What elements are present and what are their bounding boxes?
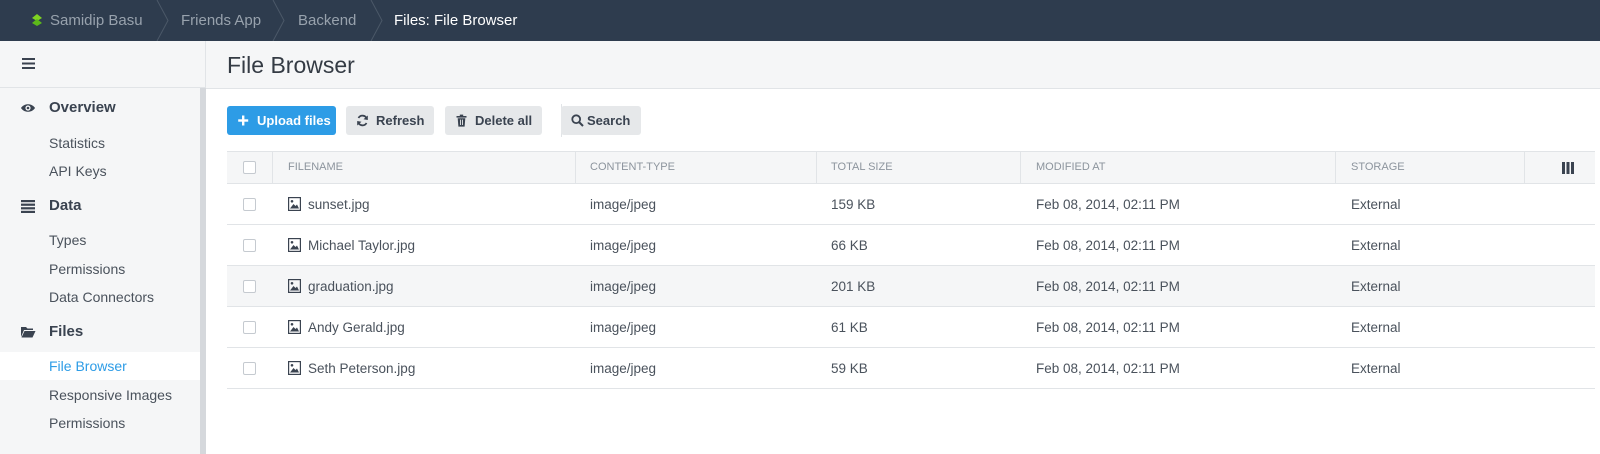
refresh-icon [357,114,368,127]
cell-modified-at: Feb 08, 2014, 02:11 PM [1036,197,1180,212]
search-button[interactable]: Search [561,106,641,135]
cell-storage: External [1351,361,1401,376]
column-header-storage[interactable]: STORAGE [1351,152,1405,183]
column-divider [1335,152,1336,183]
image-file-icon [288,197,301,211]
table-row[interactable]: sunset.jpg image/jpeg 159 KB Feb 08, 201… [227,184,1595,225]
main-content: File Browser Upload files Refresh Delete… [206,41,1600,454]
cell-total-size: 66 KB [831,238,868,253]
row-checkbox[interactable] [243,321,256,334]
sidebar-section-data[interactable]: Data [0,191,200,221]
trash-icon [456,114,467,127]
cell-modified-at: Feb 08, 2014, 02:11 PM [1036,238,1180,253]
delete-all-label: Delete all [475,113,533,128]
table-header: FILENAME CONTENT-TYPE TOTAL SIZE MODIFIE… [227,151,1595,184]
table-row[interactable]: graduation.jpg image/jpeg 201 KB Feb 08,… [227,266,1595,307]
breadcrumb-account[interactable]: Samidip Basu [50,0,143,41]
hamburger-icon[interactable] [22,58,35,69]
column-header-modified-at[interactable]: MODIFIED AT [1036,152,1105,183]
cell-total-size: 59 KB [831,361,868,376]
image-file-icon [288,279,301,293]
column-divider [816,152,817,183]
sidebar-item-statistics[interactable]: Statistics [0,129,200,157]
page-title: File Browser [227,52,355,78]
table-row[interactable]: Michael Taylor.jpg image/jpeg 66 KB Feb … [227,225,1595,266]
top-breadcrumb-bar: Samidip Basu Friends App Backend Files: … [0,0,1600,41]
cell-content-type: image/jpeg [590,320,657,335]
sidebar-section-label: Files [49,323,84,340]
breadcrumb-separator-icon [272,0,286,41]
sidebar-item-data-permissions[interactable]: Permissions [0,255,200,283]
column-divider [1020,152,1021,183]
row-checkbox[interactable] [243,362,256,375]
upload-files-button[interactable]: Upload files [227,106,336,135]
column-divider [575,152,576,183]
cell-modified-at: Feb 08, 2014, 02:11 PM [1036,320,1180,335]
cell-total-size: 61 KB [831,320,868,335]
cell-total-size: 201 KB [831,279,876,294]
image-file-icon [288,320,301,334]
cell-storage: External [1351,279,1401,294]
cell-filename[interactable]: Andy Gerald.jpg [308,307,405,348]
column-divider [1524,152,1525,183]
sidebar-item-files-permissions[interactable]: Permissions [0,409,200,437]
image-file-icon [288,361,301,375]
cell-total-size: 159 KB [831,197,876,212]
sidebar-item-api-keys[interactable]: API Keys [0,157,200,185]
sidebar-item-responsive-images[interactable]: Responsive Images [0,381,200,409]
row-checkbox[interactable] [243,280,256,293]
plus-icon [238,115,249,126]
cell-modified-at: Feb 08, 2014, 02:11 PM [1036,279,1180,294]
sidebar-toggle[interactable] [0,41,206,88]
table-row[interactable]: Seth Peterson.jpg image/jpeg 59 KB Feb 0… [227,348,1595,389]
sidebar-section-files[interactable]: Files [0,317,200,347]
column-header-content-type[interactable]: CONTENT-TYPE [590,152,675,183]
breadcrumb-current: Files: File Browser [394,12,518,29]
list-icon [21,200,35,213]
columns-icon[interactable] [1562,162,1574,174]
cell-filename[interactable]: Michael Taylor.jpg [308,225,415,266]
cell-content-type: image/jpeg [590,238,657,253]
cell-storage: External [1351,238,1401,253]
breadcrumb-separator-icon [370,0,384,41]
sidebar-section-label: Data [49,197,82,214]
upload-files-label: Upload files [257,113,331,128]
sidebar-section-overview[interactable]: Overview [0,93,200,123]
cell-storage: External [1351,320,1401,335]
cell-content-type: image/jpeg [590,279,657,294]
table-row[interactable]: Andy Gerald.jpg image/jpeg 61 KB Feb 08,… [227,307,1595,348]
logo-icon [32,14,42,26]
breadcrumb-separator-icon [156,0,170,41]
cell-content-type: image/jpeg [590,361,657,376]
cell-modified-at: Feb 08, 2014, 02:11 PM [1036,361,1180,376]
row-checkbox[interactable] [243,198,256,211]
folder-open-icon [21,327,36,338]
image-file-icon [288,238,301,252]
search-icon [571,114,584,127]
cell-filename[interactable]: sunset.jpg [308,184,370,225]
breadcrumb-app[interactable]: Friends App [181,0,261,41]
sidebar-item-data-connectors[interactable]: Data Connectors [0,283,200,311]
refresh-label: Refresh [376,113,425,128]
cell-content-type: image/jpeg [590,197,657,212]
refresh-button[interactable]: Refresh [346,106,434,135]
breadcrumb-backend[interactable]: Backend [298,0,356,41]
page-header: File Browser [206,41,1600,89]
delete-all-button[interactable]: Delete all [445,106,542,135]
column-header-total-size[interactable]: TOTAL SIZE [831,152,893,183]
search-label: Search [587,113,631,128]
sidebar-section-label: Overview [49,99,116,116]
row-checkbox[interactable] [243,239,256,252]
sidebar-item-file-browser[interactable]: File Browser [0,352,200,380]
eye-icon [21,104,35,112]
cell-filename[interactable]: Seth Peterson.jpg [308,348,415,389]
column-divider [272,152,273,183]
cell-storage: External [1351,197,1401,212]
select-all-checkbox[interactable] [243,161,256,174]
column-header-filename[interactable]: FILENAME [288,152,343,183]
sidebar-item-types[interactable]: Types [0,226,200,254]
cell-filename[interactable]: graduation.jpg [308,266,394,307]
sidebar: Overview Statistics API Keys Data Types … [0,41,206,454]
